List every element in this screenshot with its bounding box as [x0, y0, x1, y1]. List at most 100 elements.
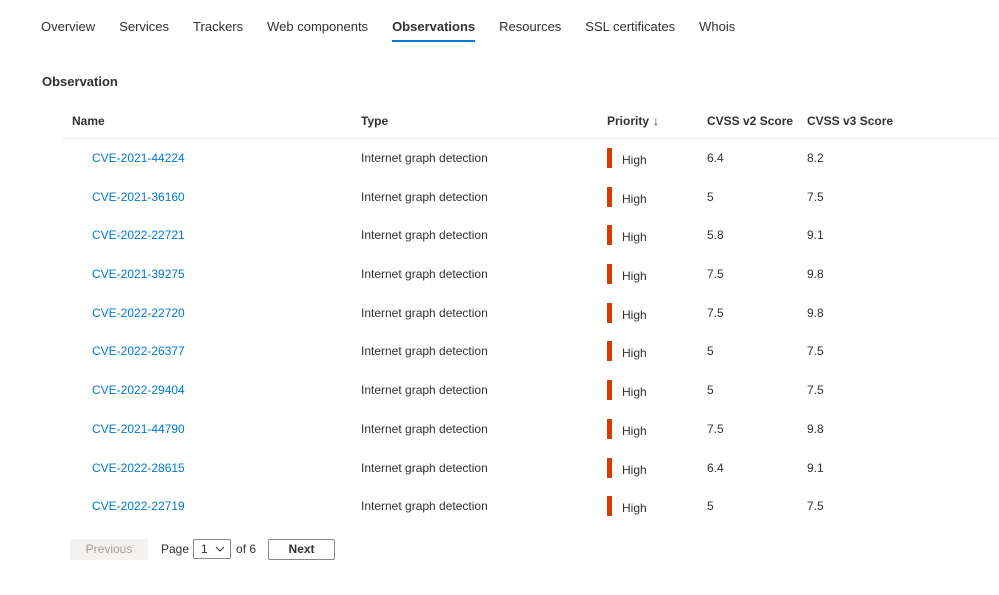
priority-cell: High — [607, 148, 647, 168]
tab-trackers[interactable]: Trackers — [193, 0, 243, 44]
column-header-name[interactable]: Name — [72, 114, 105, 128]
priority-cell: High — [607, 418, 647, 439]
table-header: Name Type Priority ↓ CVSS v2 Score CVSS v… — [62, 104, 999, 139]
cvss2-cell: 7.5 — [707, 421, 724, 436]
column-header-cvss2[interactable]: CVSS v2 Score — [707, 114, 793, 128]
table-row[interactable]: CVE-2021-39275 Internet graph detection Hi… — [62, 255, 999, 294]
table-row[interactable]: CVE-2022-28615 Internet graph detection Hi… — [62, 449, 999, 488]
cvss3-cell: 7.5 — [807, 189, 824, 204]
column-header-cvss3[interactable]: CVSS v3 Score — [807, 114, 893, 128]
table-row[interactable]: CVE-2022-22719 Internet graph detection Hi… — [62, 487, 999, 526]
priority-label: High — [622, 153, 647, 167]
table-row[interactable]: CVE-2021-44224 Internet graph detection Hi… — [62, 139, 999, 178]
cve-link[interactable]: CVE-2021-36160 — [92, 190, 185, 204]
priority-cell: High — [607, 496, 647, 517]
cvss3-cell: 8.2 — [807, 151, 824, 165]
cvss2-cell: 5 — [707, 383, 714, 398]
page-select[interactable]: 1 — [193, 539, 232, 559]
cvss3-cell: 7.5 — [807, 499, 824, 514]
type-cell: Internet graph detection — [361, 499, 488, 514]
priority-label: High — [622, 462, 647, 477]
cve-link[interactable]: CVE-2022-28615 — [92, 461, 185, 475]
priority-indicator-icon — [607, 457, 612, 478]
priority-cell: High — [607, 225, 647, 246]
priority-cell: High — [607, 186, 647, 207]
priority-indicator-icon — [607, 496, 612, 517]
page-label: Page — [161, 542, 190, 556]
observations-table: Name Type Priority ↓ CVSS v2 Score CVSS v… — [62, 104, 999, 526]
column-header-type[interactable]: Type — [361, 114, 388, 128]
priority-cell: High — [607, 457, 647, 478]
table-row[interactable]: CVE-2021-44790 Internet graph detection Hi… — [62, 410, 999, 449]
page-count-label: of 6 — [236, 542, 257, 556]
priority-label: High — [622, 191, 647, 206]
priority-indicator-icon — [607, 380, 612, 401]
cvss2-cell: 5 — [707, 499, 714, 514]
cve-link[interactable]: CVE-2021-44224 — [92, 151, 185, 165]
cvss3-cell: 9.8 — [807, 267, 824, 282]
cvss3-cell: 9.1 — [807, 228, 824, 243]
table-row[interactable]: CVE-2021-36160 Internet graph detection Hi… — [62, 178, 999, 217]
cve-link[interactable]: CVE-2022-29404 — [92, 383, 185, 397]
priority-indicator-icon — [607, 186, 612, 207]
cvss2-cell: 6.4 — [707, 151, 724, 165]
type-cell: Internet graph detection — [361, 421, 488, 436]
cvss2-cell: 5 — [707, 189, 714, 204]
table-row[interactable]: CVE-2022-26377 Internet graph detection Hi… — [62, 332, 999, 371]
type-cell: Internet graph detection — [361, 267, 488, 282]
cvss2-cell: 7.5 — [707, 305, 724, 320]
priority-label: High — [622, 501, 647, 516]
cve-link[interactable]: CVE-2022-26377 — [92, 344, 185, 358]
cve-link[interactable]: CVE-2022-22720 — [92, 306, 185, 320]
tab-bar: Overview Services Trackers Web component… — [41, 0, 759, 44]
previous-button[interactable]: Previous — [70, 538, 148, 560]
page-select-value: 1 — [201, 542, 208, 556]
type-cell: Internet graph detection — [361, 344, 488, 359]
priority-indicator-icon — [607, 148, 612, 168]
cve-link[interactable]: CVE-2022-22719 — [92, 499, 185, 513]
priority-label: High — [622, 423, 647, 438]
pagination: Previous Page 1 of 6 Next — [70, 538, 336, 560]
priority-indicator-icon — [607, 225, 612, 246]
next-button[interactable]: Next — [268, 538, 336, 560]
sort-descending-icon: ↓ — [653, 114, 660, 128]
tab-services[interactable]: Services — [119, 0, 169, 44]
priority-label: High — [622, 346, 647, 361]
cve-link[interactable]: CVE-2021-44790 — [92, 422, 185, 436]
column-header-priority[interactable]: Priority ↓ — [607, 114, 659, 128]
cve-link[interactable]: CVE-2021-39275 — [92, 267, 185, 281]
priority-label: High — [622, 307, 647, 322]
cvss2-cell: 5.8 — [707, 228, 724, 243]
cvss3-cell: 7.5 — [807, 383, 824, 398]
cvss2-cell: 7.5 — [707, 267, 724, 282]
cve-link[interactable]: CVE-2022-22721 — [92, 228, 185, 242]
tab-resources[interactable]: Resources — [499, 0, 561, 44]
table-row[interactable]: CVE-2022-29404 Internet graph detection Hi… — [62, 371, 999, 410]
cvss3-cell: 9.8 — [807, 421, 824, 436]
tab-observations[interactable]: Observations — [392, 0, 476, 44]
column-header-priority-label: Priority — [607, 114, 650, 128]
priority-label: High — [622, 385, 647, 400]
tab-ssl-certificates[interactable]: SSL certificates — [585, 0, 675, 44]
priority-label: High — [622, 230, 647, 245]
table-row[interactable]: CVE-2022-22721 Internet graph detection Hi… — [62, 216, 999, 255]
type-cell: Internet graph detection — [361, 228, 488, 243]
priority-label: High — [622, 269, 647, 284]
type-cell: Internet graph detection — [361, 383, 488, 398]
type-cell: Internet graph detection — [361, 460, 488, 475]
priority-indicator-icon — [607, 302, 612, 323]
section-title: Observation — [42, 74, 118, 89]
priority-cell: High — [607, 302, 647, 323]
table-body: CVE-2021-44224 Internet graph detection Hi… — [62, 139, 999, 526]
priority-indicator-icon — [607, 264, 612, 285]
tab-overview[interactable]: Overview — [41, 0, 95, 44]
tab-whois[interactable]: Whois — [699, 0, 735, 44]
table-row[interactable]: CVE-2022-22720 Internet graph detection Hi… — [62, 294, 999, 333]
cvss3-cell: 7.5 — [807, 344, 824, 359]
type-cell: Internet graph detection — [361, 151, 488, 165]
priority-indicator-icon — [607, 341, 612, 362]
cvss2-cell: 6.4 — [707, 460, 724, 475]
tab-web-components[interactable]: Web components — [267, 0, 368, 44]
cvss3-cell: 9.1 — [807, 460, 824, 475]
cvss2-cell: 5 — [707, 344, 714, 359]
